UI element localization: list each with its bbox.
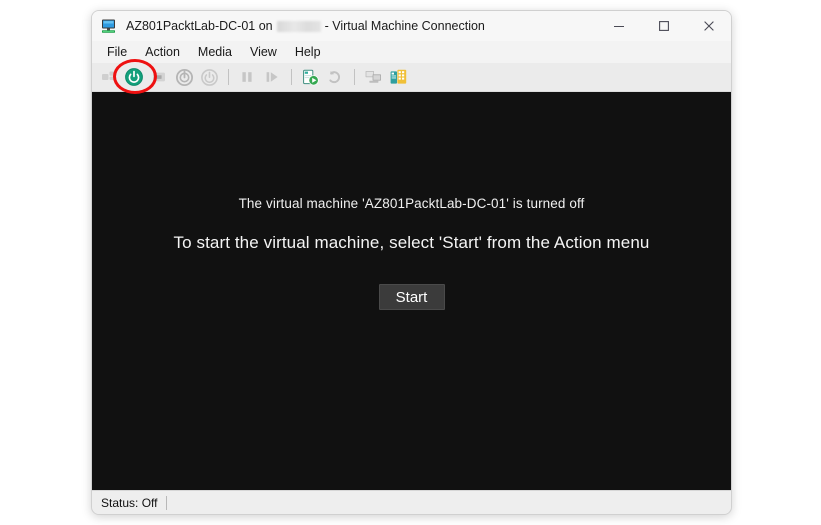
start-power-icon[interactable]: [122, 65, 146, 89]
window-title-suffix: - Virtual Machine Connection: [324, 19, 485, 33]
shut-down-icon: [172, 65, 196, 89]
vm-offline-message: The virtual machine 'AZ801PacktLab-DC-01…: [92, 196, 731, 310]
resume-icon: [260, 65, 284, 89]
screenshot-root: AZ801PacktLab-DC-01 on - Virtual Machine…: [0, 0, 821, 525]
menu-item-media[interactable]: Media: [189, 42, 241, 62]
status-divider: [166, 495, 168, 510]
enhanced-session-icon: [361, 65, 385, 89]
window-controls: [596, 11, 731, 41]
statusbar: Status: Off: [92, 490, 731, 514]
toolbar-separator-1: [228, 69, 229, 85]
pause-icon: [235, 65, 259, 89]
vm-connection-icon: [100, 17, 118, 35]
vm-instruction-line: To start the virtual machine, select 'St…: [173, 233, 650, 252]
revert-icon: [323, 65, 347, 89]
vm-connection-window: AZ801PacktLab-DC-01 on - Virtual Machine…: [91, 10, 732, 515]
vm-viewport[interactable]: The virtual machine 'AZ801PacktLab-DC-01…: [92, 92, 731, 490]
titlebar: AZ801PacktLab-DC-01 on - Virtual Machine…: [92, 11, 731, 41]
menu-item-action[interactable]: Action: [136, 42, 189, 62]
window-title: AZ801PacktLab-DC-01 on - Virtual Machine…: [126, 19, 485, 33]
close-button[interactable]: [686, 11, 731, 41]
turn-off-icon: [147, 65, 171, 89]
toolbar-separator-2: [291, 69, 292, 85]
menu-item-file[interactable]: File: [98, 42, 136, 62]
vm-status-line: The virtual machine 'AZ801PacktLab-DC-01…: [238, 196, 585, 211]
start-button[interactable]: Start: [378, 284, 445, 310]
maximize-button[interactable]: [641, 11, 686, 41]
toolbar-separator-3: [354, 69, 355, 85]
menu-item-view[interactable]: View: [241, 42, 286, 62]
vm-settings-icon[interactable]: [386, 65, 410, 89]
toolbar: [92, 63, 731, 92]
checkpoint-icon[interactable]: [298, 65, 322, 89]
window-title-prefix: AZ801PacktLab-DC-01 on: [126, 19, 273, 33]
menu-item-help[interactable]: Help: [286, 42, 330, 62]
menubar: File Action Media View Help: [92, 41, 731, 63]
minimize-button[interactable]: [596, 11, 641, 41]
redacted-hostname: [276, 20, 321, 32]
status-text: Status: Off: [101, 495, 158, 510]
ctrl-alt-delete-icon: [97, 65, 121, 89]
save-state-icon: [197, 65, 221, 89]
